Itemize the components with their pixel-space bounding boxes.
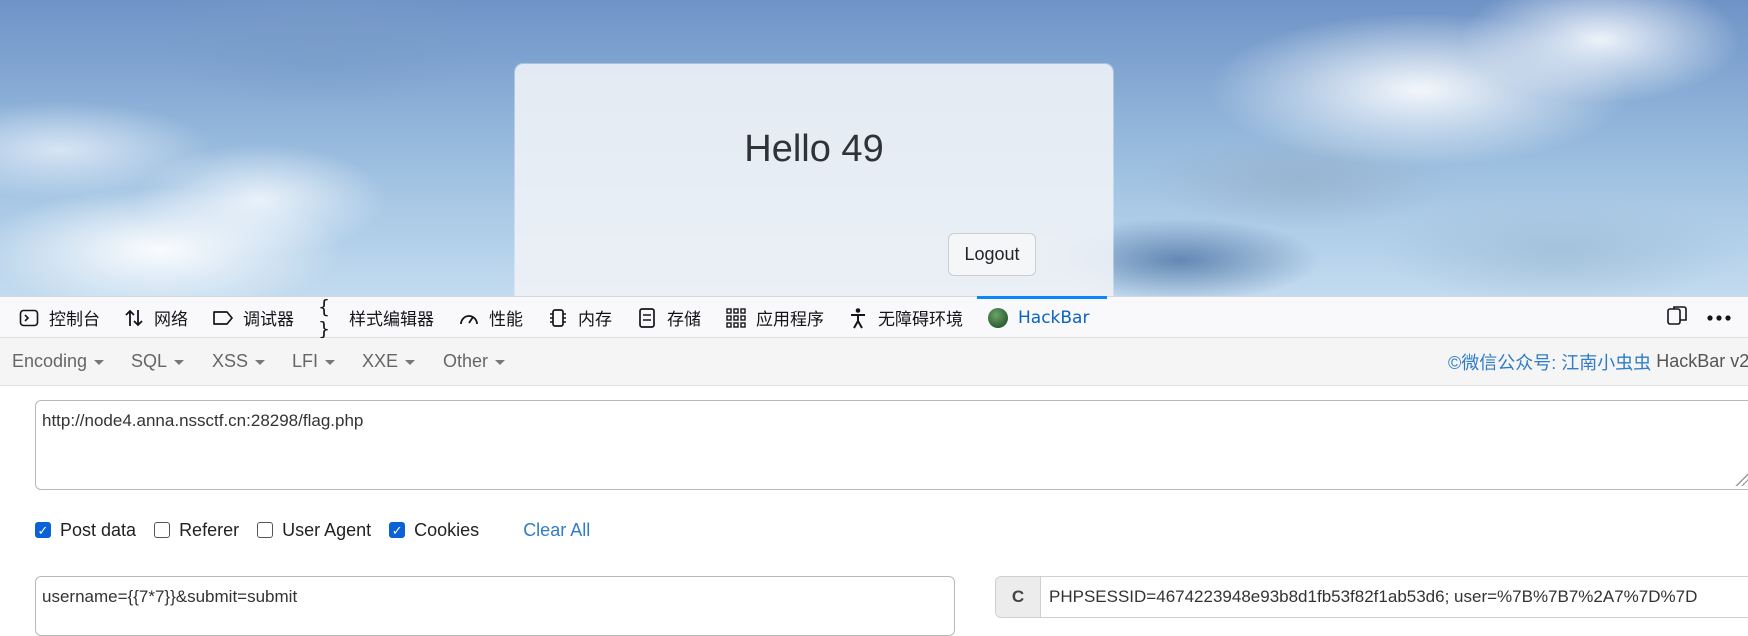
logout-button[interactable]: Logout (948, 233, 1036, 276)
hackbar-credit: ©微信公众号: 江南小虫虫 HackBar v2 (1448, 338, 1748, 385)
dock-toggle-icon (1666, 304, 1688, 331)
grid-icon (725, 307, 747, 329)
braces-icon: { } (318, 295, 331, 340)
option-label: Cookies (414, 519, 480, 540)
tab-label: HackBar (1018, 307, 1090, 328)
referer-option[interactable]: Referer (154, 520, 239, 541)
storage-icon (636, 307, 658, 329)
menu-sql[interactable]: SQL (131, 338, 185, 385)
option-label: Post data (60, 519, 137, 540)
option-label: User Agent (282, 519, 372, 540)
accessibility-person-icon (847, 307, 869, 329)
more-options-button[interactable] (1706, 297, 1732, 338)
tab-accessibility[interactable]: 无障碍环境 (847, 297, 963, 338)
page-viewport: Hello 49 Logout (0, 0, 1748, 296)
more-options-icon (1706, 309, 1732, 327)
tab-network[interactable]: 网络 (123, 297, 188, 338)
tab-console[interactable]: 控制台 (18, 297, 100, 338)
caret-down-icon (405, 360, 416, 365)
menu-xxe[interactable]: XXE (362, 338, 416, 385)
caret-down-icon (495, 360, 506, 365)
tab-label: 样式编辑器 (349, 310, 434, 330)
tab-label: 存储 (667, 310, 701, 330)
menu-label: Other (443, 351, 489, 371)
hackbar-panel: http://node4.anna.nssctf.cn:28298/flag.p… (0, 386, 1748, 636)
tab-application[interactable]: 应用程序 (725, 297, 824, 338)
menu-label: XXE (362, 351, 399, 371)
hackbar-menu-bar: Encoding SQL XSS LFI XXE Other ©微信公众号: 江… (0, 338, 1748, 386)
cookie-label: C (996, 577, 1041, 617)
tab-label: 内存 (578, 310, 612, 330)
user-agent-option[interactable]: User Agent (257, 520, 371, 541)
resize-grip-icon[interactable] (1734, 472, 1748, 486)
cookie-field: C PHPSESSID=4674223948e93b8d1fb53f82f1ab… (995, 576, 1748, 618)
debugger-tag-icon (212, 307, 234, 329)
tab-style-editor[interactable]: { } 样式编辑器 (318, 295, 434, 340)
tab-label: 调试器 (243, 310, 294, 330)
devtools-tab-bar: 控制台 网络 调试器 { } 样式编辑器 性能 内存 存储 应用程序 无障碍环境… (0, 295, 1748, 340)
request-options: ✓ Post data Referer User Agent ✓ Cookies… (35, 516, 590, 544)
cookies-checkbox[interactable]: ✓ (389, 522, 406, 538)
tab-label: 性能 (489, 310, 523, 330)
caret-down-icon (174, 360, 185, 365)
menu-label: XSS (212, 351, 249, 371)
tab-label: 网络 (154, 310, 188, 330)
caret-down-icon (255, 360, 266, 365)
caret-down-icon (94, 360, 105, 365)
hackbar-version: HackBar v2 (1656, 351, 1748, 371)
greeting-card: Hello 49 Logout (515, 64, 1113, 296)
referer-checkbox[interactable] (154, 522, 171, 538)
hackbar-ball-icon (987, 307, 1009, 329)
gauge-icon (458, 307, 480, 329)
tab-memory[interactable]: 内存 (547, 297, 612, 338)
menu-lfi[interactable]: LFI (292, 338, 336, 385)
tab-performance[interactable]: 性能 (458, 297, 523, 338)
page-title: Hello 49 (744, 128, 884, 170)
post-data-checkbox[interactable]: ✓ (35, 522, 51, 538)
menu-label: SQL (131, 351, 168, 371)
tab-label: 无障碍环境 (878, 310, 963, 330)
network-arrows-icon (123, 307, 145, 329)
menu-encoding[interactable]: Encoding (12, 338, 105, 385)
clear-all-link[interactable]: Clear All (523, 520, 590, 541)
dock-toggle-button[interactable] (1666, 297, 1688, 338)
menu-label: LFI (292, 351, 319, 371)
menu-other[interactable]: Other (443, 338, 506, 385)
menu-xss[interactable]: XSS (212, 338, 266, 385)
tab-hackbar[interactable]: HackBar (976, 296, 1109, 338)
tab-label: 控制台 (49, 310, 100, 330)
tab-debugger[interactable]: 调试器 (212, 297, 294, 338)
cookies-option[interactable]: ✓ Cookies (389, 520, 479, 541)
tab-storage[interactable]: 存储 (636, 297, 701, 338)
memory-chip-icon (547, 307, 569, 329)
caret-down-icon (325, 360, 336, 365)
option-label: Referer (179, 519, 240, 540)
credit-link[interactable]: ©微信公众号: 江南小虫虫 (1448, 349, 1651, 375)
post-data-input[interactable]: username={{7*7}}&submit=submit (35, 576, 955, 636)
post-data-option[interactable]: ✓ Post data (35, 520, 136, 541)
user-agent-checkbox[interactable] (257, 522, 274, 538)
tab-label: 应用程序 (756, 310, 824, 330)
menu-label: Encoding (12, 351, 88, 371)
cookie-input[interactable]: PHPSESSID=4674223948e93b8d1fb53f82f1ab53… (1041, 577, 1748, 617)
console-icon (18, 307, 40, 329)
url-input[interactable]: http://node4.anna.nssctf.cn:28298/flag.p… (35, 400, 1748, 490)
